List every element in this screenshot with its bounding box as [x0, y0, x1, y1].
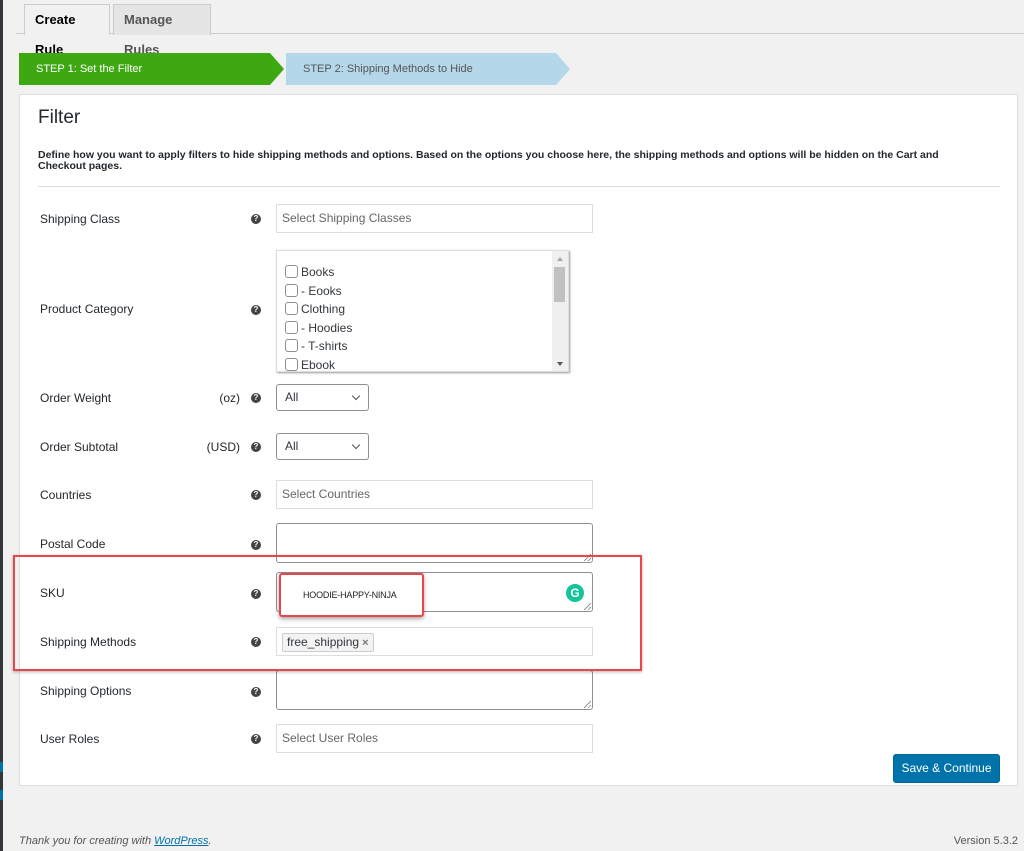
panel-title: Filter — [38, 107, 81, 128]
shipping-methods-select[interactable]: free_shipping × — [276, 627, 593, 656]
tab-manage-rules[interactable]: Manage Rules — [113, 4, 211, 57]
checkbox[interactable] — [285, 320, 298, 334]
help-icon[interactable]: ? — [251, 687, 261, 697]
wordpress-link[interactable]: WordPress — [154, 835, 208, 847]
row-shipping-methods: Shipping Methods ? free_shipping × — [20, 627, 1010, 657]
tab-bar: Create Rule Manage Rules — [16, 0, 1024, 57]
row-shipping-class: Shipping Class ? Select Shipping Classes — [20, 204, 1010, 234]
help-icon[interactable]: ? — [251, 589, 261, 599]
scroll-thumb[interactable] — [554, 267, 565, 302]
tab-create-rule[interactable]: Create Rule — [24, 4, 110, 57]
checkbox[interactable] — [285, 302, 298, 316]
countries-select[interactable]: Select Countries — [276, 480, 593, 509]
admin-sidebar-highlight — [0, 790, 3, 800]
remove-tag-icon[interactable]: × — [362, 637, 368, 649]
order-weight-label: Order Weight — [40, 391, 112, 405]
category-option[interactable]: Ebook — [285, 356, 352, 371]
row-order-weight: Order Weight (oz) ? All — [20, 384, 1010, 412]
row-user-roles: User Roles ? Select User Roles — [20, 724, 1010, 754]
shipping-class-select[interactable]: Select Shipping Classes — [276, 204, 593, 233]
help-icon[interactable]: ? — [251, 540, 261, 550]
checkbox[interactable] — [285, 283, 298, 297]
order-weight-unit: (oz) — [219, 391, 240, 405]
chevron-down-icon — [351, 391, 361, 401]
selected-tag: free_shipping × — [282, 633, 374, 652]
row-order-subtotal: Order Subtotal (USD) ? All — [20, 433, 1010, 461]
help-icon[interactable]: ? — [251, 734, 261, 744]
category-option[interactable]: - Hoodies — [285, 319, 352, 338]
help-icon[interactable]: ? — [251, 637, 261, 647]
divider — [38, 186, 1000, 187]
order-subtotal-select[interactable]: All — [276, 433, 369, 460]
postal-code-label: Postal Code — [40, 537, 106, 551]
sku-label: SKU — [40, 586, 65, 600]
resize-grip-icon[interactable] — [584, 701, 591, 708]
step-progress: STEP 1: Set the Filter STEP 2: Shipping … — [19, 53, 579, 85]
scroll-down-arrow-icon[interactable] — [557, 362, 563, 366]
order-weight-select[interactable]: All — [276, 384, 369, 411]
help-icon[interactable]: ? — [251, 214, 261, 224]
countries-label: Countries — [40, 488, 92, 502]
scroll-up-arrow-icon[interactable] — [557, 257, 563, 261]
save-continue-button[interactable]: Save & Continue — [893, 754, 1000, 783]
help-icon[interactable]: ? — [251, 393, 261, 403]
checkbox[interactable] — [285, 339, 298, 353]
shipping-options-textarea[interactable] — [276, 670, 593, 710]
chevron-down-icon — [351, 440, 361, 450]
postal-code-textarea[interactable] — [276, 523, 593, 563]
user-roles-select[interactable]: Select User Roles — [276, 724, 593, 753]
admin-sidebar-highlight — [0, 762, 3, 772]
row-countries: Countries ? Select Countries — [20, 480, 1010, 510]
product-category-label: Product Category — [40, 302, 134, 316]
row-product-category: Product Category ? Books - Eooks Clothin… — [20, 250, 1010, 374]
product-category-listbox[interactable]: Books - Eooks Clothing - Hoodies - T-shi… — [276, 250, 569, 372]
shipping-class-label: Shipping Class — [40, 212, 121, 226]
checkbox[interactable] — [285, 357, 298, 371]
row-shipping-options: Shipping Options ? — [20, 670, 1010, 711]
help-icon[interactable]: ? — [251, 305, 261, 315]
row-sku: SKU ? — [20, 572, 1010, 613]
footer-thanks: Thank you for creating with WordPress. — [19, 835, 212, 847]
checkbox[interactable] — [285, 265, 298, 278]
sku-value-callout[interactable]: HOODIE-HAPPY-NINJA — [279, 573, 424, 617]
admin-sidebar-edge — [0, 0, 3, 851]
category-option[interactable]: Clothing — [285, 300, 352, 319]
row-postal-code: Postal Code ? — [20, 523, 1010, 564]
step-2-shipping-methods[interactable]: STEP 2: Shipping Methods to Hide — [286, 53, 570, 85]
shipping-options-label: Shipping Options — [40, 684, 132, 698]
filter-panel: Filter Define how you want to apply filt… — [19, 94, 1018, 786]
grammarly-icon[interactable]: G — [566, 584, 584, 602]
version-label: Version 5.3.2 — [953, 835, 1018, 847]
category-option[interactable]: - Eooks — [285, 282, 352, 301]
order-subtotal-unit: (USD) — [206, 440, 240, 454]
shipping-methods-label: Shipping Methods — [40, 635, 137, 649]
category-option[interactable]: Books — [285, 263, 352, 282]
help-icon[interactable]: ? — [251, 442, 261, 452]
listbox-scrollbar[interactable] — [552, 251, 568, 371]
category-option[interactable]: - T-shirts — [285, 337, 352, 356]
resize-grip-icon[interactable] — [584, 554, 591, 561]
user-roles-label: User Roles — [40, 732, 100, 746]
resize-grip-icon[interactable] — [584, 603, 591, 610]
panel-description: Define how you want to apply filters to … — [38, 149, 939, 172]
step-1-set-filter[interactable]: STEP 1: Set the Filter — [19, 53, 284, 85]
help-icon[interactable]: ? — [251, 490, 261, 500]
order-subtotal-label: Order Subtotal — [40, 440, 119, 454]
